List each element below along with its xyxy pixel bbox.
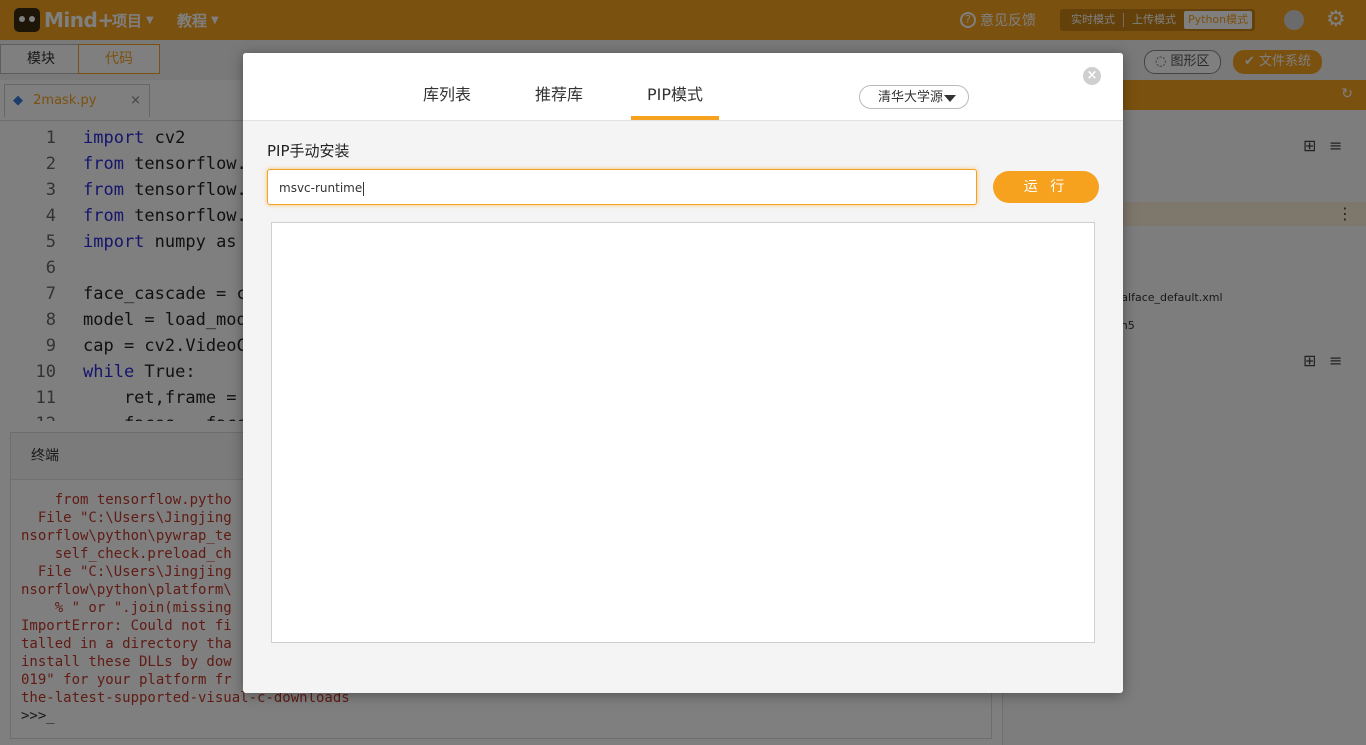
text-cursor: [363, 181, 365, 196]
tab-pip-label: PIP模式: [647, 85, 704, 104]
run-button[interactable]: 运 行: [993, 171, 1099, 203]
pip-input-value: msvc-runtime: [279, 181, 363, 195]
source-select-value: 清华大学源: [878, 90, 944, 105]
close-icon[interactable]: ×: [1083, 67, 1101, 85]
tab-recommended[interactable]: 推荐库: [535, 81, 583, 105]
caret-down-icon: [944, 95, 956, 102]
pip-output-area[interactable]: [271, 222, 1095, 643]
library-manager-dialog: 库列表 推荐库 PIP模式 清华大学源 × PIP手动安装 msvc-runti…: [243, 53, 1123, 693]
tab-library-list[interactable]: 库列表: [423, 81, 471, 105]
pip-package-input[interactable]: msvc-runtime: [267, 169, 977, 205]
source-select[interactable]: 清华大学源: [859, 85, 969, 109]
active-tab-indicator: [631, 116, 720, 120]
tab-pip-mode[interactable]: PIP模式: [631, 81, 720, 120]
pip-manual-install-label: PIP手动安装: [267, 142, 350, 160]
dialog-header: 库列表 推荐库 PIP模式 清华大学源 ×: [243, 53, 1123, 121]
